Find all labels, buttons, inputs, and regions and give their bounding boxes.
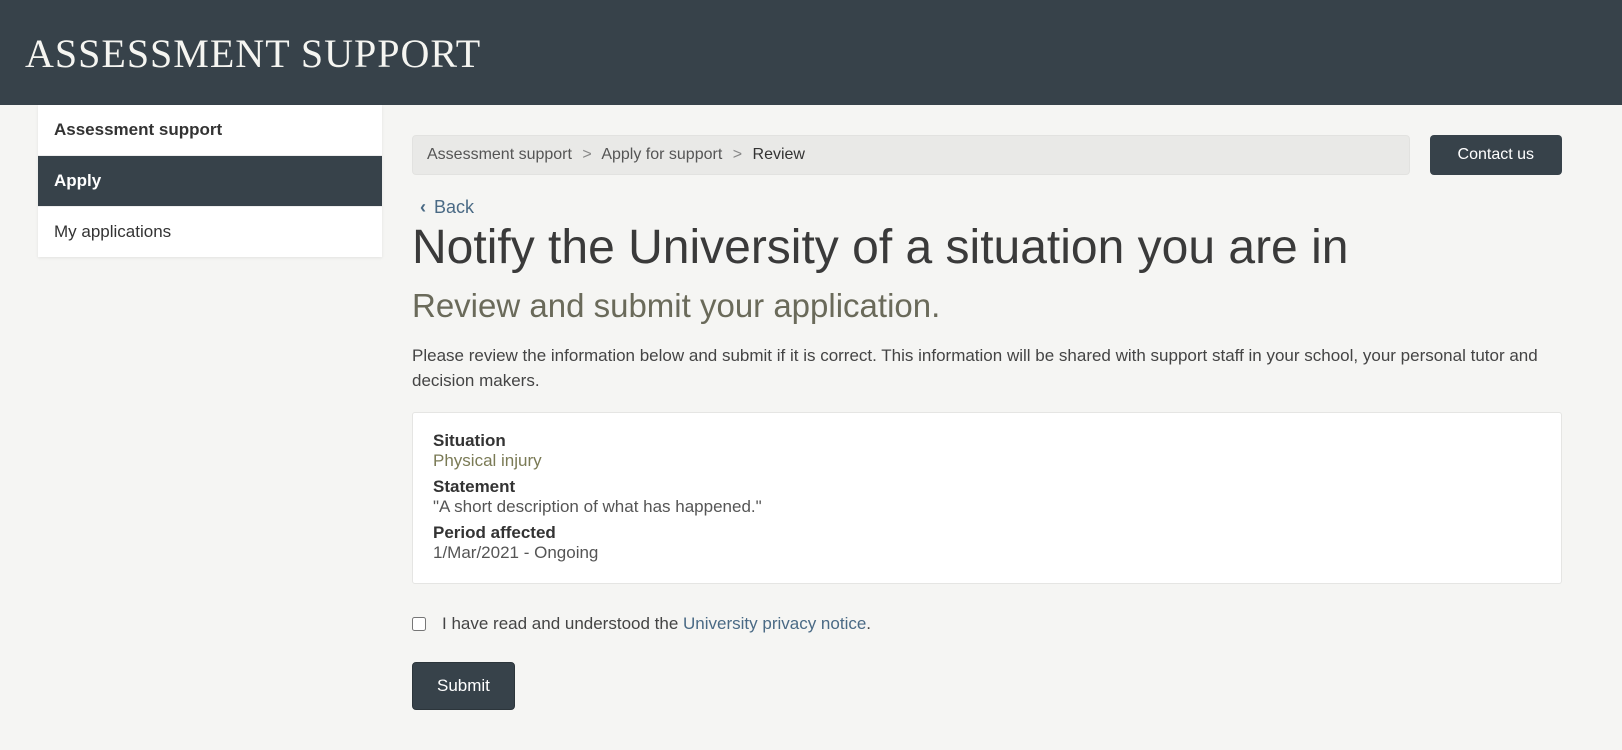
page-subtitle: Review and submit your application. <box>412 287 1562 325</box>
statement-label: Statement <box>433 477 1541 497</box>
breadcrumb-separator: > <box>733 146 742 163</box>
contact-us-button[interactable]: Contact us <box>1430 135 1562 175</box>
statement-value: "A short description of what has happene… <box>433 497 1541 517</box>
sidebar-item-label: My applications <box>54 222 171 241</box>
back-link[interactable]: ‹ Back <box>420 197 474 218</box>
consent-row: I have read and understood the Universit… <box>412 614 1562 634</box>
page-title: Notify the University of a situation you… <box>412 222 1562 275</box>
consent-label: I have read and understood the Universit… <box>442 614 871 634</box>
sidebar-item-label: Apply <box>54 171 101 190</box>
situation-value: Physical injury <box>433 451 1541 471</box>
sidebar: Assessment support Apply My applications <box>0 105 382 750</box>
period-affected-value: 1/Mar/2021 - Ongoing <box>433 543 1541 563</box>
submit-button[interactable]: Submit <box>412 662 515 710</box>
app-title: ASSESSMENT SUPPORT <box>25 30 1597 77</box>
breadcrumb: Assessment support > Apply for support >… <box>412 135 1410 175</box>
period-affected-label: Period affected <box>433 523 1541 543</box>
back-label: Back <box>434 197 474 218</box>
main-content: Assessment support > Apply for support >… <box>382 105 1622 750</box>
situation-label: Situation <box>433 431 1541 451</box>
sidebar-item-apply[interactable]: Apply <box>38 156 382 207</box>
top-row: Assessment support > Apply for support >… <box>412 135 1562 175</box>
consent-checkbox[interactable] <box>412 617 426 631</box>
privacy-notice-link[interactable]: University privacy notice <box>683 614 866 633</box>
app-header: ASSESSMENT SUPPORT <box>0 0 1622 105</box>
page-description: Please review the information below and … <box>412 343 1562 394</box>
breadcrumb-link-assessment-support[interactable]: Assessment support <box>427 146 572 163</box>
consent-text-before: I have read and understood the <box>442 614 683 633</box>
breadcrumb-current: Review <box>753 146 805 163</box>
sidebar-item-my-applications[interactable]: My applications <box>38 207 382 257</box>
breadcrumb-link-apply-for-support[interactable]: Apply for support <box>601 146 722 163</box>
main-container: Assessment support Apply My applications… <box>0 105 1622 750</box>
chevron-left-icon: ‹ <box>420 197 426 218</box>
sidebar-item-label: Assessment support <box>54 120 222 139</box>
breadcrumb-separator: > <box>582 146 591 163</box>
review-card: Situation Physical injury Statement "A s… <box>412 412 1562 584</box>
consent-text-after: . <box>866 614 871 633</box>
sidebar-item-assessment-support[interactable]: Assessment support <box>38 105 382 156</box>
